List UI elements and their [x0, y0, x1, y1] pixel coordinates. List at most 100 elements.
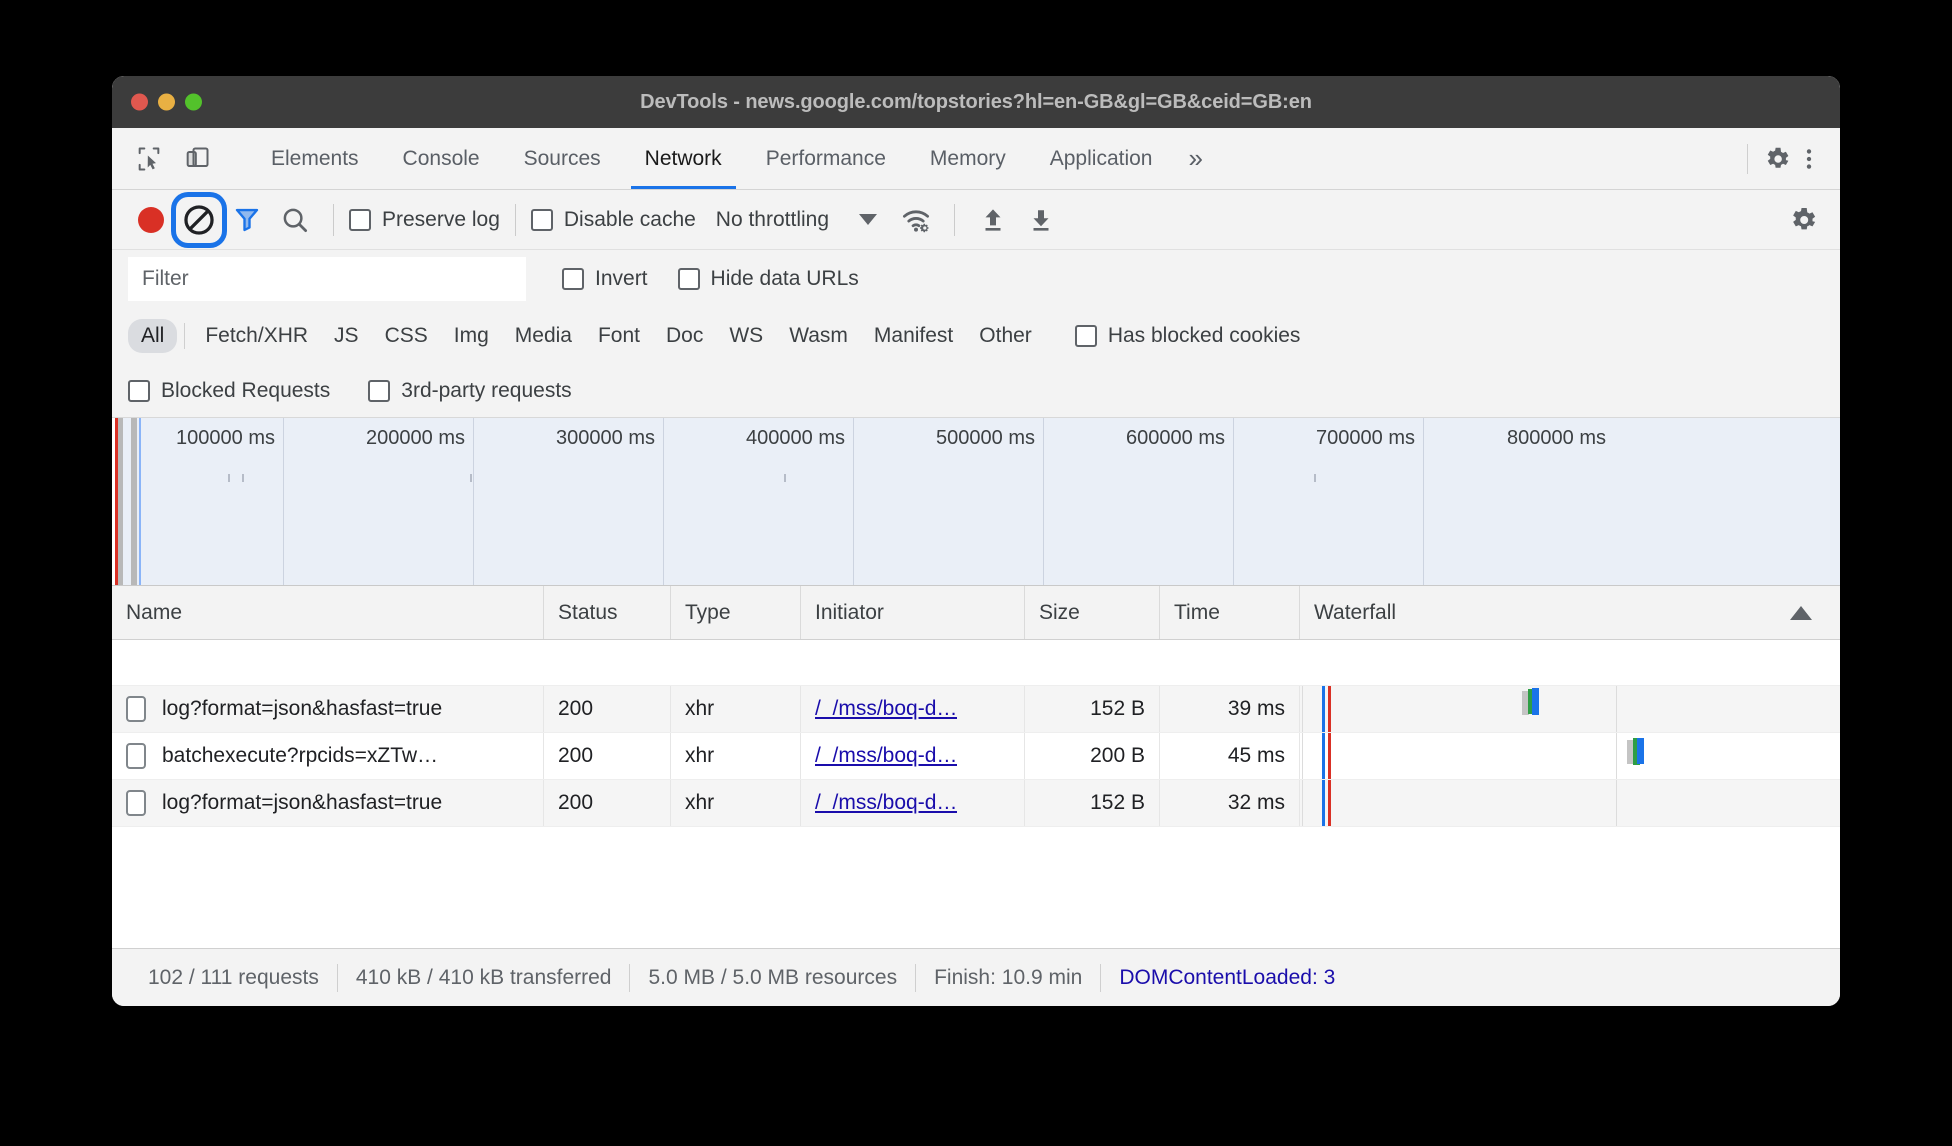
- cell-initiator[interactable]: /_/mss/boq-d…: [801, 686, 1025, 732]
- hide-data-urls-checkbox[interactable]: Hide data URLs: [677, 267, 859, 291]
- chip-wasm[interactable]: Wasm: [776, 319, 861, 353]
- cell-status: 200: [544, 780, 671, 826]
- throttling-dropdown[interactable]: No throttling: [716, 208, 878, 232]
- has-blocked-cookies-checkbox[interactable]: Has blocked cookies: [1074, 324, 1300, 348]
- row-checkbox[interactable]: [126, 696, 146, 722]
- column-header-waterfall[interactable]: Waterfall: [1300, 586, 1840, 639]
- tab-sources[interactable]: Sources: [502, 128, 623, 189]
- table-row[interactable]: batchexecute?rpcids=xZTw… 200 xhr /_/mss…: [112, 733, 1840, 780]
- overview-selection-bar[interactable]: [131, 418, 137, 585]
- cell-type: xhr: [671, 780, 801, 826]
- device-toolbar-icon[interactable]: [176, 138, 218, 180]
- waterfall-dcl-line: [1322, 686, 1325, 732]
- chip-img[interactable]: Img: [441, 319, 502, 353]
- checkbox-box: [677, 268, 700, 290]
- table-row[interactable]: log?format=json&hasfast=true 200 xhr /_/…: [112, 686, 1840, 733]
- record-icon[interactable]: [128, 197, 174, 243]
- overview-tick-label: 200000 ms: [366, 427, 465, 449]
- invert-checkbox[interactable]: Invert: [562, 267, 648, 291]
- column-header-time[interactable]: Time: [1160, 586, 1300, 639]
- gear-icon[interactable]: [1762, 144, 1792, 174]
- network-overview-timeline[interactable]: 100000 ms 200000 ms 300000 ms 400000 ms …: [112, 418, 1840, 586]
- tab-performance[interactable]: Performance: [744, 128, 908, 189]
- disable-cache-checkbox[interactable]: Disable cache: [530, 208, 696, 232]
- overview-request-mark: [1314, 474, 1316, 482]
- overview-request-mark: [242, 474, 244, 482]
- search-icon[interactable]: [272, 197, 318, 243]
- cell-name[interactable]: batchexecute?rpcids=xZTw…: [112, 733, 544, 779]
- tab-console[interactable]: Console: [381, 128, 502, 189]
- wifi-settings-icon[interactable]: [893, 197, 939, 243]
- upload-icon[interactable]: [970, 197, 1016, 243]
- tab-elements[interactable]: Elements: [249, 128, 381, 189]
- tab-label: Sources: [523, 146, 601, 170]
- more-tabs-button[interactable]: »: [1174, 128, 1216, 189]
- overview-tick-label: 600000 ms: [1126, 427, 1225, 449]
- initiator-link[interactable]: /_/mss/boq-d…: [815, 744, 957, 768]
- chip-fetch-xhr[interactable]: Fetch/XHR: [192, 319, 321, 353]
- filter-input[interactable]: [128, 257, 526, 301]
- hide-data-urls-label: Hide data URLs: [710, 267, 859, 290]
- column-header-initiator[interactable]: Initiator: [801, 586, 1025, 639]
- cell-size: 152 B: [1025, 686, 1160, 732]
- overview-tick-label: 700000 ms: [1316, 427, 1415, 449]
- clear-icon[interactable]: [176, 196, 222, 243]
- chip-manifest[interactable]: Manifest: [861, 319, 966, 353]
- chip-font[interactable]: Font: [585, 319, 653, 353]
- column-header-name[interactable]: Name: [112, 586, 544, 639]
- filter-row-checkboxes: Invert Hide data URLs: [562, 267, 859, 291]
- close-window-button[interactable]: [131, 93, 148, 111]
- preserve-log-checkbox[interactable]: Preserve log: [349, 208, 500, 232]
- chip-ws[interactable]: WS: [716, 319, 776, 353]
- overview-tick: 100000 ms: [140, 418, 284, 585]
- overview-tick: 200000 ms: [284, 418, 474, 585]
- checkbox-box: [562, 268, 584, 290]
- cell-initiator[interactable]: /_/mss/boq-d…: [801, 780, 1025, 826]
- tab-memory[interactable]: Memory: [908, 128, 1028, 189]
- column-header-size[interactable]: Size: [1025, 586, 1160, 639]
- funnel-icon[interactable]: [224, 197, 270, 243]
- download-icon[interactable]: [1018, 197, 1064, 243]
- inspect-element-icon[interactable]: [128, 138, 170, 180]
- blocked-requests-checkbox[interactable]: Blocked Requests: [128, 379, 330, 403]
- tab-label: Memory: [929, 146, 1006, 170]
- overview-tick: 600000 ms: [1044, 418, 1234, 585]
- devtools-window: DevTools - news.google.com/topstories?hl…: [112, 76, 1840, 1006]
- column-header-type[interactable]: Type: [671, 586, 801, 639]
- blocked-filters-row: Blocked Requests 3rd-party requests: [112, 364, 1840, 418]
- panel-tabs: Elements Console Sources Network Perform…: [249, 128, 1217, 189]
- more-vertical-icon[interactable]: [1796, 146, 1822, 172]
- chip-js[interactable]: JS: [321, 319, 372, 353]
- row-checkbox[interactable]: [126, 743, 146, 769]
- blocked-requests-label: Blocked Requests: [161, 378, 331, 402]
- chip-all[interactable]: All: [128, 319, 178, 353]
- chip-divider: [184, 323, 186, 349]
- column-header-status[interactable]: Status: [544, 586, 671, 639]
- overview-tick: 800000 ms: [1424, 418, 1614, 585]
- cell-initiator[interactable]: /_/mss/boq-d…: [801, 733, 1025, 779]
- waterfall-bar: [1532, 688, 1539, 715]
- maximize-window-button[interactable]: [185, 93, 202, 111]
- status-requests: 102 / 111 requests: [148, 965, 319, 989]
- network-status-bar: 102 / 111 requests 410 kB / 410 kB trans…: [112, 948, 1840, 1006]
- chip-doc[interactable]: Doc: [653, 319, 716, 353]
- tab-application[interactable]: Application: [1028, 128, 1175, 189]
- chip-css[interactable]: CSS: [372, 319, 441, 353]
- row-checkbox[interactable]: [126, 790, 146, 816]
- network-settings-gear-icon[interactable]: [1780, 197, 1826, 243]
- initiator-link[interactable]: /_/mss/boq-d…: [815, 791, 957, 815]
- third-party-requests-checkbox[interactable]: 3rd-party requests: [368, 379, 572, 403]
- table-row[interactable]: log?format=json&hasfast=true 200 xhr /_/…: [112, 780, 1840, 827]
- cell-name[interactable]: log?format=json&hasfast=true: [112, 686, 544, 732]
- request-name: log?format=json&hasfast=true: [162, 697, 443, 720]
- tab-network[interactable]: Network: [623, 128, 744, 189]
- table-body: log?format=json&hasfast=true 200 xhr /_/…: [112, 640, 1840, 948]
- waterfall-bar: [1637, 738, 1644, 764]
- chip-other[interactable]: Other: [966, 319, 1045, 353]
- initiator-link[interactable]: /_/mss/boq-d…: [815, 697, 957, 721]
- cell-name[interactable]: log?format=json&hasfast=true: [112, 780, 544, 826]
- chip-media[interactable]: Media: [502, 319, 585, 353]
- cell-size: 152 B: [1025, 780, 1160, 826]
- checkbox-box: [368, 379, 391, 402]
- minimize-window-button[interactable]: [158, 93, 175, 111]
